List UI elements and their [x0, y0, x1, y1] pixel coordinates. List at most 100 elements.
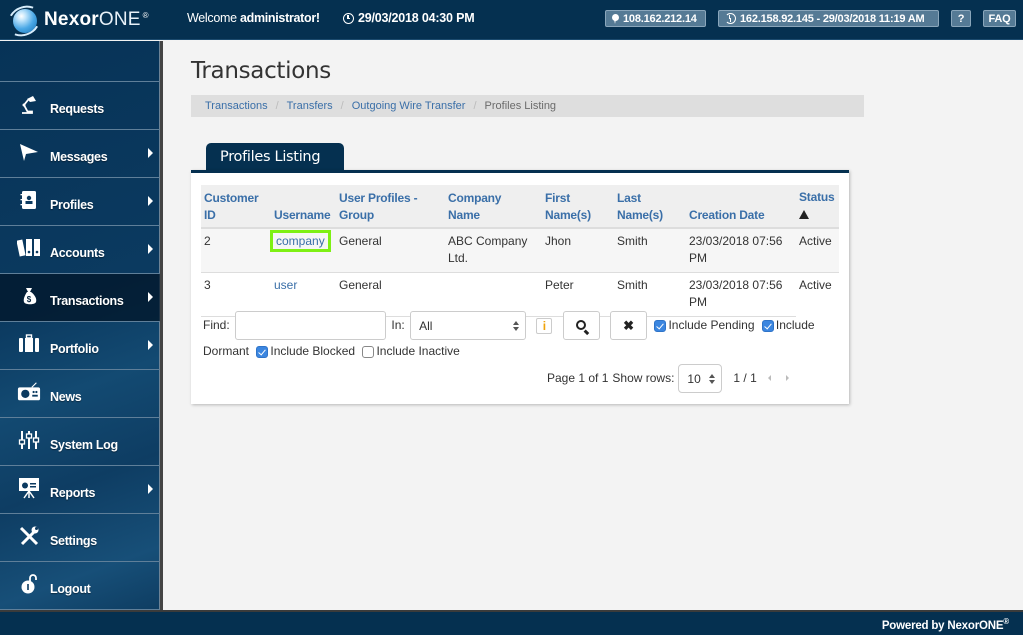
rows-per-page-select[interactable]: 10 — [678, 363, 723, 393]
column-header-first-names[interactable]: First Name(s) — [542, 185, 614, 229]
include-dormant-checkbox[interactable] — [761, 319, 774, 332]
unlock-icon — [17, 573, 41, 595]
find-label: Find: — [203, 318, 230, 332]
sidebar-item-logout[interactable]: Logout — [0, 562, 160, 610]
cell-last-name: Smith — [614, 228, 686, 273]
chevron-right-icon — [148, 244, 153, 254]
table-row[interactable]: 2 company General ABC Company Ltd. Jhon S… — [201, 228, 839, 273]
next-page-icon[interactable] — [785, 375, 789, 381]
chevron-right-icon — [148, 340, 153, 350]
address-book-icon — [17, 189, 41, 211]
sidebar-item-messages[interactable]: Messages — [0, 130, 160, 178]
search-in-select[interactable]: All — [410, 311, 527, 340]
cell-creation-date: 23/03/2018 07:56 PM — [686, 272, 796, 317]
sidebar-item-settings[interactable]: Settings — [0, 514, 160, 562]
nexorone-logo[interactable]: NexorONE ® — [2, 1, 149, 41]
table-header-row: Customer ID Username User Profiles - Group… — [201, 185, 839, 229]
clear-button[interactable]: ✖ — [610, 311, 648, 340]
page-title: Transactions — [191, 58, 331, 84]
profiles-listing-panel: Customer ID Username User Profiles - Group… — [191, 170, 849, 404]
cell-first-name: Peter — [542, 272, 614, 317]
sidebar-item-system-log[interactable]: System Log — [0, 418, 160, 466]
include-blocked-checkbox[interactable] — [256, 345, 269, 358]
select-updown-icon — [709, 373, 716, 385]
cell-status: Active — [796, 228, 839, 273]
cell-first-name: Jhon — [542, 228, 614, 273]
sidebar-nav: Requests Messages Profiles Accounts $ Tr… — [0, 81, 160, 610]
column-header-company-name[interactable]: Company Name — [445, 185, 542, 229]
cell-last-name: Smith — [614, 272, 686, 317]
breadcrumb: Transactions / Transfers / Outgoing Wire… — [191, 95, 864, 117]
table-row[interactable]: 3 user General Peter Smith 23/03/2018 07… — [201, 272, 839, 317]
breadcrumb-transfers[interactable]: Transfers — [287, 100, 333, 112]
presentation-board-icon — [17, 477, 41, 499]
paper-plane-icon — [17, 141, 41, 163]
top-bar: NexorONE ® Welcome administrator! 29/03/2… — [0, 0, 1023, 41]
sidebar-scrollbar[interactable] — [160, 41, 163, 610]
chevron-right-icon — [148, 196, 153, 206]
sidebar-item-transactions[interactable]: $ Transactions — [0, 274, 160, 322]
sidebar-item-portfolio[interactable]: Portfolio — [0, 322, 160, 370]
column-header-username[interactable]: Username — [271, 185, 336, 229]
previous-page-icon[interactable] — [767, 375, 771, 381]
cell-status: Active — [799, 278, 832, 292]
cell-company-name: ABC Company Ltd. — [445, 228, 542, 273]
binders-icon — [17, 237, 41, 259]
find-input[interactable] — [235, 311, 387, 340]
column-header-status[interactable]: Status — [796, 185, 839, 229]
chevron-right-icon — [148, 484, 153, 494]
current-datetime: 29/03/2018 04:30 PM — [343, 11, 475, 25]
sidebar-item-requests[interactable]: Requests — [0, 82, 160, 130]
column-header-user-profiles-group[interactable]: User Profiles - Group — [336, 185, 445, 229]
sidebar-item-news[interactable]: News — [0, 370, 160, 418]
include-pending-checkbox[interactable] — [654, 319, 667, 332]
cell-group: General — [336, 228, 445, 273]
ip-address-badge[interactable]: 108.162.212.14 — [605, 10, 706, 27]
column-header-creation-date[interactable]: Creation Date — [686, 185, 796, 229]
select-updown-icon — [513, 321, 520, 332]
close-icon: ✖ — [623, 318, 635, 333]
page-info: Page 1 of 1 — [547, 371, 609, 385]
radio-icon — [17, 381, 41, 403]
breadcrumb-outgoing-wire-transfer[interactable]: Outgoing Wire Transfer — [352, 100, 466, 112]
include-inactive-checkbox[interactable] — [362, 345, 375, 358]
panel-title-tab: Profiles Listing — [206, 143, 344, 171]
cell-customer-id: 2 — [201, 228, 271, 273]
profiles-table: Customer ID Username User Profiles - Group… — [201, 185, 839, 317]
username-link[interactable]: company — [270, 230, 331, 252]
footer: Powered by NexorONE® — [0, 610, 1023, 635]
column-header-last-names[interactable]: Last Name(s) — [614, 185, 686, 229]
sidebar-item-reports[interactable]: Reports — [0, 466, 160, 514]
chevron-right-icon — [148, 148, 153, 158]
briefcase-icon — [17, 333, 41, 355]
map-marker-icon — [612, 13, 619, 24]
username-link[interactable]: user — [274, 278, 297, 292]
sidebar-item-accounts[interactable]: Accounts — [0, 226, 160, 274]
page-range: 1 / 1 — [733, 371, 757, 385]
cell-customer-id: 3 — [201, 272, 271, 317]
info-icon[interactable]: i — [536, 317, 553, 334]
sidebar: Requests Messages Profiles Accounts $ Tr… — [0, 41, 160, 610]
globe-logo-icon — [2, 1, 46, 41]
in-label: In: — [391, 318, 405, 332]
filter-bar: Find: In: All i ✖ Include Pending Includ… — [203, 311, 833, 359]
search-button[interactable] — [562, 311, 600, 340]
cell-company-name — [445, 272, 542, 317]
breadcrumb-profiles-listing: Profiles Listing — [484, 100, 557, 112]
sort-ascending-icon — [799, 210, 809, 219]
faq-button[interactable]: FAQ — [983, 10, 1016, 27]
column-header-customer-id[interactable]: Customer ID — [201, 185, 271, 229]
history-icon — [725, 13, 736, 24]
help-button[interactable]: ? — [951, 10, 971, 27]
sidebar-item-profiles[interactable]: Profiles — [0, 178, 160, 226]
svg-text:$: $ — [27, 295, 32, 304]
last-login-badge[interactable]: 162.158.92.145 - 29/03/2018 11:19 AM — [718, 10, 939, 27]
cell-group: General — [336, 272, 445, 317]
breadcrumb-transactions[interactable]: Transactions — [205, 100, 268, 112]
welcome-message: Welcome administrator! — [187, 11, 320, 25]
money-bag-icon: $ — [17, 285, 41, 307]
search-icon — [575, 320, 586, 330]
show-rows-label: Show rows: — [612, 371, 675, 385]
desk-lamp-icon — [17, 93, 41, 115]
pagination: Page 1 of 1 Show rows: 10 1 / 1 — [547, 363, 789, 393]
